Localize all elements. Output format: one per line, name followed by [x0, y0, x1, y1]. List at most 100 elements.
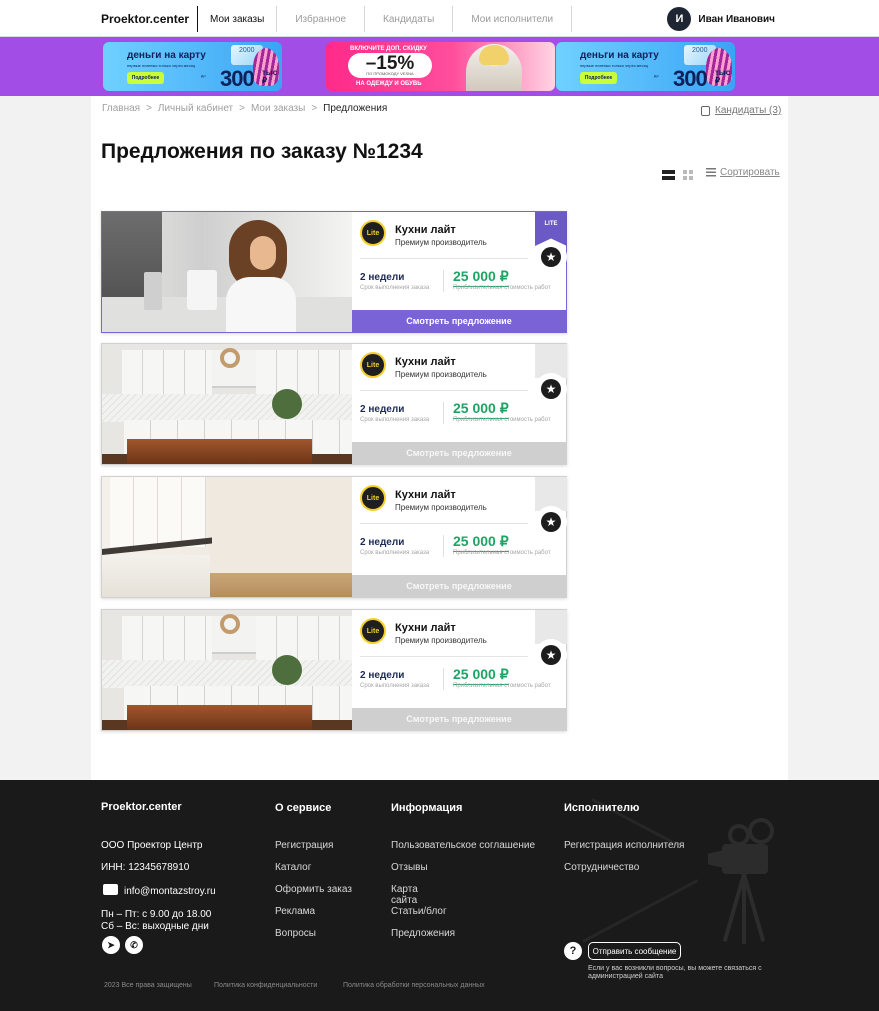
view-offer-button[interactable]: Смотреть предложение — [352, 708, 566, 730]
company-logo: Lite — [360, 220, 386, 246]
footer-link-ads[interactable]: Реклама — [275, 906, 315, 917]
ad-banner-promo[interactable]: ВКЛЮЧИТЕ ДОП. СКИДКУ –15% ПО ПРОМОКОДУ V… — [326, 42, 555, 91]
footer-hours-weekdays: Пн – Пт: с 9.00 до 18.00 — [101, 909, 212, 920]
personal-data-link[interactable]: Политика обработки персональных данных — [343, 982, 485, 989]
help-icon[interactable]: ? — [564, 942, 582, 960]
offer-info: Lite Кухни лайт Премиум производитель 2 … — [352, 212, 567, 332]
nav-my-orders[interactable]: Мои заказы — [197, 6, 276, 32]
footer-link-order[interactable]: Оформить заказ — [275, 884, 352, 895]
ad-banner-loan-left[interactable]: деньги на карту первые платежи только че… — [103, 42, 282, 91]
footer-info-title: Информация — [391, 802, 463, 814]
footer-company: ООО Проектор Центр — [101, 840, 203, 851]
sort-label[interactable]: Сортировать — [720, 167, 780, 178]
offer-card[interactable]: Lite Кухни лайт Премиум производитель 2 … — [101, 343, 567, 465]
avatar[interactable]: И — [667, 7, 692, 31]
breadcrumb-current: Предложения — [323, 103, 388, 114]
offer-price-label: Приблизительная стоимость работ — [453, 285, 551, 291]
offer-card[interactable]: Lite Кухни лайт Премиум производитель 2 … — [101, 211, 567, 333]
user-menu[interactable]: И Иван Иванович — [667, 7, 775, 31]
offer-price-label: Приблизительная стоимость работ — [453, 550, 551, 556]
footer-link-agreement[interactable]: Пользовательское соглашение — [391, 840, 535, 851]
footer-link-questions[interactable]: Вопросы — [275, 928, 316, 939]
promo-top-text: ВКЛЮЧИТЕ ДОП. СКИДКУ — [350, 46, 427, 52]
footer-link-cooperation[interactable]: Сотрудничество — [564, 862, 639, 873]
favorite-star-icon[interactable]: ★ — [541, 645, 561, 665]
view-offer-button[interactable]: Смотреть предложение — [352, 442, 566, 464]
view-offer-button[interactable]: Смотреть предложение — [352, 310, 566, 332]
candidates-link[interactable]: Кандидаты (3) — [701, 105, 781, 116]
sliders-icon — [706, 168, 716, 177]
nav-favorites[interactable]: Избранное — [276, 6, 364, 32]
main-nav: Мои заказы Избранное Кандидаты Мои испол… — [197, 6, 573, 32]
favorite-star-icon[interactable]: ★ — [541, 247, 561, 267]
privacy-link[interactable]: Политика конфиденциальности — [214, 982, 317, 989]
offer-image[interactable] — [102, 477, 352, 597]
offer-image[interactable] — [102, 212, 352, 332]
candidates-label[interactable]: Кандидаты (3) — [715, 105, 781, 116]
sort-button[interactable]: Сортировать — [706, 167, 780, 178]
promo-bottom-text: НА ОДЕЖДУ И ОБУВЬ — [356, 81, 422, 87]
user-name[interactable]: Иван Иванович — [698, 14, 775, 25]
footer-link-executor-registration[interactable]: Регистрация исполнителя — [564, 840, 684, 851]
footer-email[interactable]: info@montazstroy.ru — [124, 886, 216, 897]
footer-link-catalog[interactable]: Каталог — [275, 862, 311, 873]
ad-amount-prefix: до — [654, 73, 659, 78]
grid-view-icon[interactable] — [683, 170, 693, 180]
ad-banner-loan-right[interactable]: деньги на карту первые платежи только че… — [556, 42, 735, 91]
breadcrumb-home[interactable]: Главная — [102, 103, 140, 114]
telegram-icon[interactable]: ➤ — [102, 936, 120, 954]
company-subtitle: Премиум производитель — [395, 370, 487, 379]
footer-inn: ИНН: 12345678910 — [101, 862, 190, 873]
card-number: 2000 — [692, 47, 708, 54]
company-name[interactable]: Кухни лайт — [395, 489, 456, 501]
breadcrumb-cabinet[interactable]: Личный кабинет — [158, 103, 233, 114]
footer-link-sitemap[interactable]: Карта сайта — [391, 884, 431, 906]
ad-amount: 300 — [220, 66, 255, 91]
favorite-star-icon[interactable]: ★ — [541, 379, 561, 399]
offer-image[interactable] — [102, 610, 352, 730]
footer-link-blog[interactable]: Статьи/блог — [391, 906, 447, 917]
company-name[interactable]: Кухни лайт — [395, 224, 456, 236]
help-text: Если у вас возникли вопросы, вы можете с… — [588, 965, 762, 980]
ad-more-button[interactable]: Подробнее — [127, 72, 164, 84]
ad-amount-suffix: тыс ₽ — [715, 68, 731, 85]
nav-candidates[interactable]: Кандидаты — [364, 6, 452, 32]
film-camera-icon — [700, 818, 780, 946]
offer-term-label: Срок выполнения заказа — [360, 683, 430, 689]
breadcrumb-orders[interactable]: Мои заказы — [251, 103, 305, 114]
copyright: 2023 Все права защищены — [104, 982, 192, 989]
list-view-icon[interactable] — [662, 170, 675, 180]
ad-more-button[interactable]: Подробнее — [580, 72, 617, 84]
card-number: 2000 — [239, 47, 255, 54]
footer-link-reviews[interactable]: Отзывы — [391, 862, 428, 873]
company-name[interactable]: Кухни лайт — [395, 622, 456, 634]
nav-my-executors[interactable]: Мои исполнители — [452, 6, 573, 32]
ad-banner-strip: деньги на карту первые платежи только че… — [0, 37, 879, 96]
footer-link-registration[interactable]: Регистрация — [275, 840, 333, 851]
footer-link-offers[interactable]: Предложения — [391, 928, 455, 939]
offer-card[interactable]: Lite Кухни лайт Премиум производитель 2 … — [101, 476, 567, 598]
offer-term: 2 недели — [360, 537, 405, 548]
company-subtitle: Премиум производитель — [395, 636, 487, 645]
ad-title: деньги на карту — [127, 50, 206, 61]
ad-title: деньги на карту — [580, 50, 659, 61]
site-logo[interactable]: Proektor.center — [101, 12, 189, 26]
footer-logo[interactable]: Proektor.center — [101, 801, 182, 813]
favorite-star-icon[interactable]: ★ — [541, 512, 561, 532]
promo-model-hair — [479, 45, 509, 65]
whatsapp-icon[interactable]: ✆ — [125, 936, 143, 954]
send-message-button[interactable]: Отправить сообщение — [588, 942, 681, 960]
company-name[interactable]: Кухни лайт — [395, 356, 456, 368]
badge-label: LITE — [544, 221, 558, 227]
offer-price-label: Приблизительная стоимость работ — [453, 683, 551, 689]
page-title: Предложения по заказу №1234 — [101, 140, 423, 163]
footer-executor-title: Исполнителю — [564, 802, 640, 814]
offer-image[interactable] — [102, 344, 352, 464]
breadcrumb-separator: > — [239, 103, 245, 114]
footer-about-title: О сервисе — [275, 802, 332, 814]
offer-info: Lite Кухни лайт Премиум производитель 2 … — [352, 344, 567, 464]
promo-code: ПО ПРОМОКОДУ VESNA — [366, 71, 414, 76]
ad-subtitle: первые платежи только через месяц — [127, 63, 196, 68]
view-offer-button[interactable]: Смотреть предложение — [352, 575, 566, 597]
offer-card[interactable]: Lite Кухни лайт Премиум производитель 2 … — [101, 609, 567, 731]
